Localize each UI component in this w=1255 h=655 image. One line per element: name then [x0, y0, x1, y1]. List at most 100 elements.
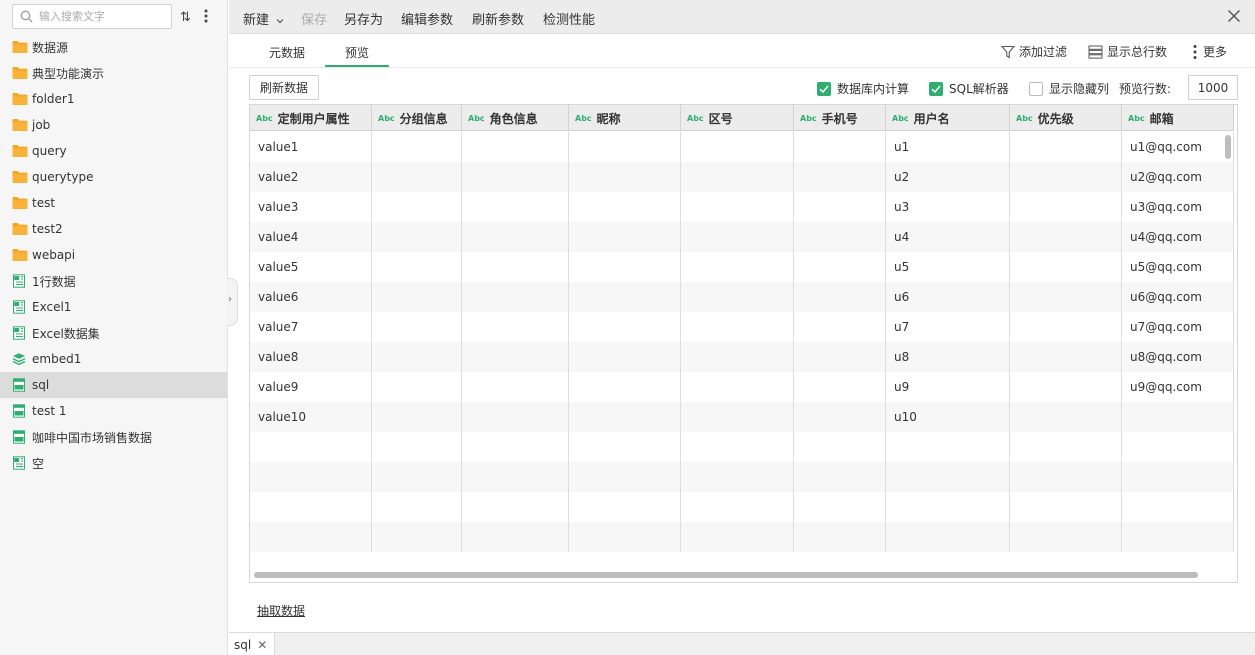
table-cell[interactable]	[372, 432, 462, 462]
add-filter-button[interactable]: 添加过滤	[1001, 43, 1067, 60]
tab-preview[interactable]: 预览	[345, 44, 369, 61]
table-cell[interactable]	[1122, 522, 1234, 552]
table-cell[interactable]	[462, 282, 569, 312]
table-cell[interactable]	[372, 282, 462, 312]
table-cell[interactable]	[794, 312, 886, 342]
table-cell[interactable]	[794, 252, 886, 282]
save-as-button[interactable]: 另存为	[344, 9, 383, 28]
table-cell[interactable]	[569, 402, 681, 432]
sidebar-item[interactable]: sql	[0, 372, 227, 398]
table-cell[interactable]	[569, 192, 681, 222]
table-cell[interactable]	[681, 522, 794, 552]
table-cell[interactable]	[794, 192, 886, 222]
table-cell[interactable]	[250, 492, 372, 522]
table-cell[interactable]	[372, 192, 462, 222]
table-cell[interactable]	[372, 252, 462, 282]
horizontal-scrollbar[interactable]	[254, 572, 1198, 578]
table-cell[interactable]	[681, 282, 794, 312]
sidebar-collapse-handle[interactable]: ›	[227, 278, 238, 326]
table-cell[interactable]	[462, 222, 569, 252]
sidebar-item[interactable]: test 1	[0, 398, 227, 424]
table-cell[interactable]	[681, 192, 794, 222]
table-cell[interactable]: u7@qq.com	[1122, 312, 1234, 342]
edit-params-button[interactable]: 编辑参数	[401, 9, 453, 28]
table-cell[interactable]	[794, 132, 886, 162]
table-cell[interactable]	[794, 462, 886, 492]
table-cell[interactable]	[569, 462, 681, 492]
sidebar-item[interactable]: Excel数据集	[0, 320, 227, 346]
table-cell[interactable]: u5@qq.com	[1122, 252, 1234, 282]
table-cell[interactable]: u1@qq.com	[1122, 132, 1234, 162]
table-cell[interactable]	[372, 342, 462, 372]
more-button[interactable]: 更多	[1191, 43, 1227, 60]
table-cell[interactable]	[569, 282, 681, 312]
table-cell[interactable]: u3	[886, 192, 1010, 222]
sidebar-item[interactable]: querytype	[0, 164, 227, 190]
sidebar-item[interactable]: 1行数据	[0, 268, 227, 294]
check-performance-button[interactable]: 检测性能	[543, 9, 595, 28]
sidebar-item[interactable]: embed1	[0, 346, 227, 372]
table-cell[interactable]	[462, 462, 569, 492]
table-cell[interactable]	[569, 162, 681, 192]
table-cell[interactable]: u8	[886, 342, 1010, 372]
table-cell[interactable]: u7	[886, 312, 1010, 342]
table-cell[interactable]	[681, 372, 794, 402]
table-cell[interactable]	[1010, 402, 1122, 432]
table-cell[interactable]: value8	[250, 342, 372, 372]
column-header[interactable]: Abc 角色信息	[462, 105, 569, 131]
table-cell[interactable]	[372, 312, 462, 342]
sidebar-item[interactable]: Excel1	[0, 294, 227, 320]
table-cell[interactable]	[886, 462, 1010, 492]
close-icon[interactable]: ✕	[257, 638, 267, 652]
vertical-scrollbar[interactable]	[1225, 135, 1231, 159]
table-cell[interactable]	[569, 312, 681, 342]
table-cell[interactable]	[569, 342, 681, 372]
table-cell[interactable]: value6	[250, 282, 372, 312]
table-cell[interactable]: u8@qq.com	[1122, 342, 1234, 372]
more-vertical-icon[interactable]	[202, 8, 210, 24]
table-cell[interactable]	[1010, 192, 1122, 222]
table-cell[interactable]	[794, 222, 886, 252]
table-cell[interactable]	[1122, 402, 1234, 432]
table-cell[interactable]	[569, 372, 681, 402]
search-input[interactable]	[39, 7, 169, 26]
sql-parser-checkbox[interactable]: SQL解析器	[929, 80, 1009, 97]
table-cell[interactable]: u4@qq.com	[1122, 222, 1234, 252]
sidebar-item[interactable]: 数据源	[0, 34, 227, 60]
table-cell[interactable]	[1010, 222, 1122, 252]
save-button[interactable]: 保存	[301, 9, 327, 28]
table-cell[interactable]: value3	[250, 192, 372, 222]
sidebar-item[interactable]: 咖啡中国市场销售数据	[0, 424, 227, 450]
table-cell[interactable]	[569, 432, 681, 462]
sidebar-item[interactable]: 典型功能演示	[0, 60, 227, 86]
table-cell[interactable]: u6@qq.com	[1122, 282, 1234, 312]
table-cell[interactable]: value10	[250, 402, 372, 432]
column-header[interactable]: Abc 用户名	[886, 105, 1010, 131]
column-header[interactable]: Abc 优先级	[1010, 105, 1122, 131]
sidebar-item[interactable]: folder1	[0, 86, 227, 112]
table-cell[interactable]	[1010, 282, 1122, 312]
table-cell[interactable]	[462, 372, 569, 402]
table-cell[interactable]	[886, 522, 1010, 552]
show-hidden-columns-checkbox[interactable]: 显示隐藏列	[1029, 80, 1109, 97]
close-icon[interactable]	[1227, 9, 1241, 23]
table-cell[interactable]	[1010, 132, 1122, 162]
sidebar-item[interactable]: test	[0, 190, 227, 216]
table-cell[interactable]	[569, 522, 681, 552]
table-cell[interactable]	[1010, 162, 1122, 192]
column-header[interactable]: Abc 分组信息	[372, 105, 462, 131]
column-header[interactable]: Abc 手机号	[794, 105, 886, 131]
table-cell[interactable]	[462, 522, 569, 552]
table-cell[interactable]	[794, 522, 886, 552]
refresh-params-button[interactable]: 刷新参数	[472, 9, 524, 28]
table-cell[interactable]	[1010, 462, 1122, 492]
extract-data-link[interactable]: 抽取数据	[257, 602, 305, 619]
column-header[interactable]: Abc 定制用户属性	[250, 105, 372, 131]
sort-icon[interactable]: ⇅	[180, 8, 194, 24]
table-cell[interactable]	[462, 162, 569, 192]
table-cell[interactable]	[681, 492, 794, 522]
table-cell[interactable]	[250, 522, 372, 552]
table-cell[interactable]	[794, 282, 886, 312]
table-cell[interactable]	[681, 312, 794, 342]
table-cell[interactable]	[372, 462, 462, 492]
